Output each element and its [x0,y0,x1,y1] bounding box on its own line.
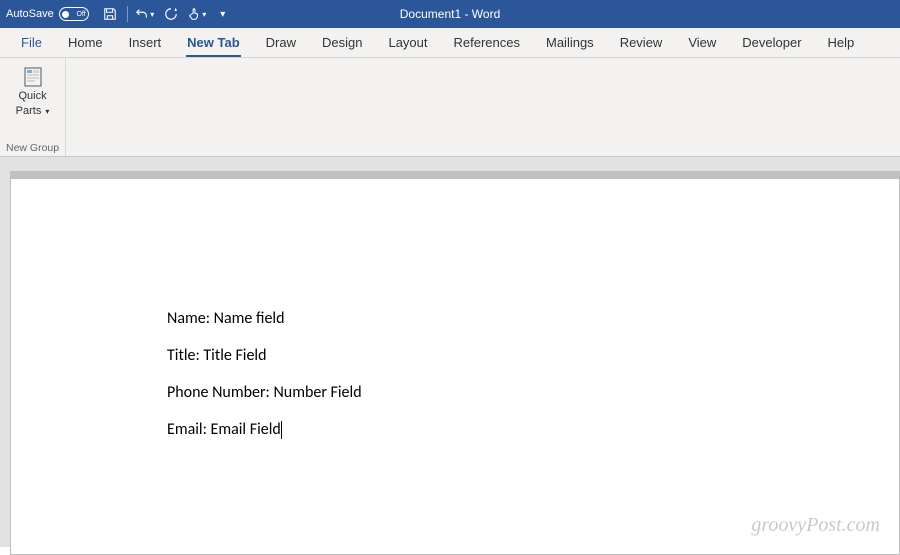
tab-mailings[interactable]: Mailings [533,29,607,56]
document-area: Name: Name field Title: Title Field Phon… [0,157,900,547]
qat-separator [127,6,128,22]
quick-parts-button[interactable]: Quick Parts ▾ [10,62,56,122]
save-icon [103,7,117,21]
doc-line: Email: Email Field [167,420,899,439]
titlebar: AutoSave Off ▾ ▾ ▾ Document1 - Word [0,0,900,28]
chevron-down-icon: ▾ [45,107,49,116]
save-button[interactable] [99,3,121,25]
tab-help[interactable]: Help [815,29,868,56]
quick-parts-label-2: Parts [16,105,42,117]
tab-design[interactable]: Design [309,29,375,56]
tab-draw[interactable]: Draw [253,29,309,56]
doc-line: Name: Name field [167,309,899,328]
touch-icon [187,7,201,21]
redo-button[interactable] [160,3,182,25]
quick-access-toolbar: ▾ ▾ ▾ [99,3,234,25]
ribbon-group-new-group: Quick Parts ▾ New Group [0,58,66,156]
ribbon: Quick Parts ▾ New Group [0,58,900,157]
tab-home[interactable]: Home [55,29,116,56]
doc-line: Phone Number: Number Field [167,383,899,402]
redo-icon [164,7,178,21]
tab-insert[interactable]: Insert [116,29,175,56]
page-top-edge [10,171,900,179]
text-cursor [281,421,282,439]
autosave-label: AutoSave [6,8,54,20]
undo-button[interactable]: ▾ [134,3,156,25]
autosave-state: Off [76,11,85,18]
tab-references[interactable]: References [441,29,533,56]
document-title: Document1 - Word [400,7,500,21]
quick-parts-icon [22,66,44,88]
autosave-group[interactable]: AutoSave Off [6,7,89,21]
overflow-icon: ▾ [220,9,225,20]
tab-new-tab[interactable]: New Tab [174,29,253,56]
tab-review[interactable]: Review [607,29,676,56]
customize-qat-button[interactable]: ▾ [212,3,234,25]
page[interactable]: Name: Name field Title: Title Field Phon… [10,179,900,555]
chevron-down-icon: ▾ [202,10,206,19]
ribbon-group-label: New Group [6,142,59,154]
chevron-down-icon: ▾ [150,10,154,19]
touch-mode-button[interactable]: ▾ [186,3,208,25]
tab-layout[interactable]: Layout [375,29,440,56]
tab-view[interactable]: View [675,29,729,56]
autosave-toggle[interactable]: Off [59,7,89,21]
doc-line: Title: Title Field [167,346,899,365]
doc-line-text: Email: Email Field [167,420,281,439]
quick-parts-label-1: Quick [18,90,46,102]
tab-developer[interactable]: Developer [729,29,814,56]
tab-file[interactable]: File [8,29,55,56]
ribbon-tabs: File Home Insert New Tab Draw Design Lay… [0,28,900,58]
undo-icon [135,7,149,21]
